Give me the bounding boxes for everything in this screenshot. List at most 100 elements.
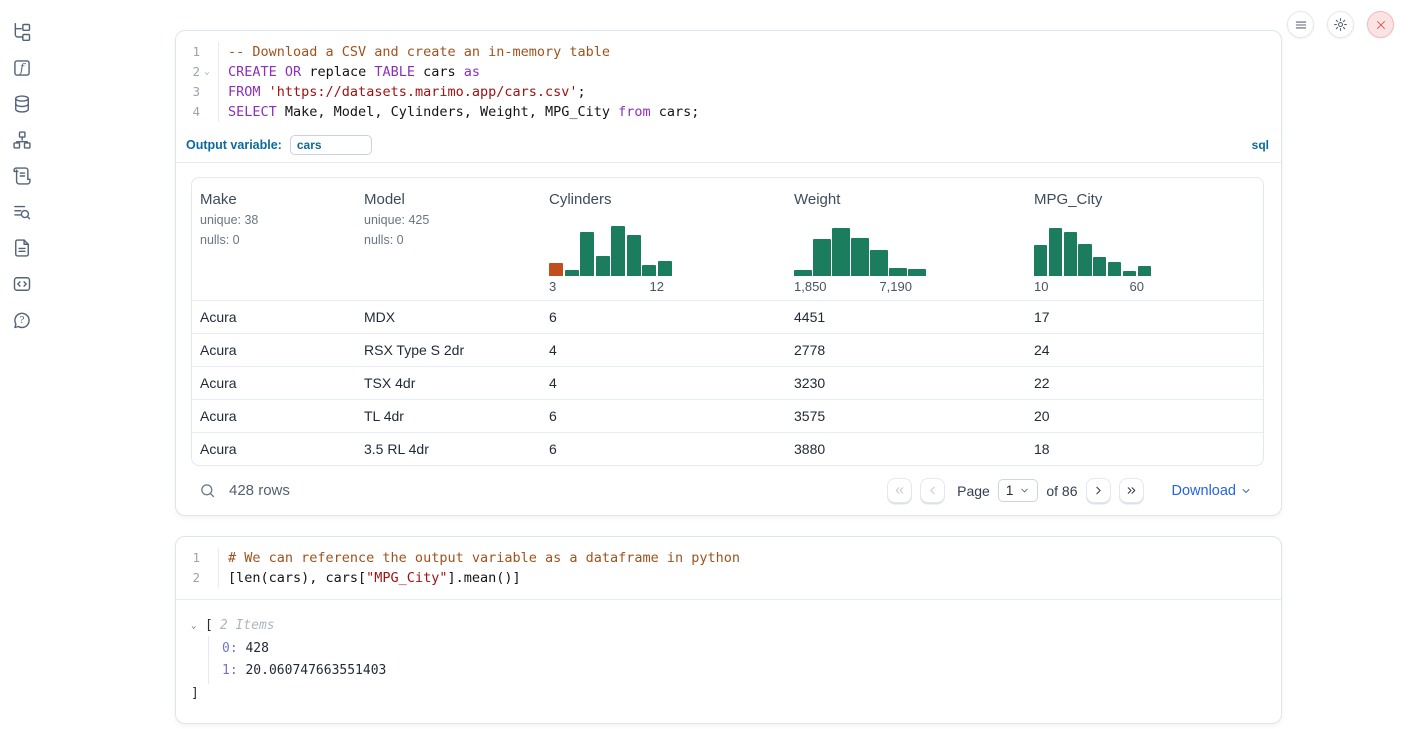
histogram-bar: [580, 232, 594, 276]
topbar-actions: [1287, 11, 1394, 38]
table-row[interactable]: AcuraRSX Type S 2dr4277824: [192, 333, 1263, 366]
documentation-icon[interactable]: [10, 236, 34, 260]
histogram-bars: [1034, 226, 1152, 276]
download-label: Download: [1172, 483, 1237, 499]
histogram-bar: [1049, 228, 1062, 276]
fold-spacer: [200, 102, 214, 122]
table-cell: Acura: [192, 433, 356, 465]
axis-tick-label: 12: [650, 279, 664, 294]
table-cell: 3575: [786, 400, 1026, 432]
histogram-axis-labels: 1060: [1034, 279, 1152, 294]
first-page-button[interactable]: [887, 478, 912, 503]
help-icon[interactable]: ?: [10, 308, 34, 332]
output-variable-input[interactable]: [290, 135, 372, 155]
variables-icon[interactable]: f: [10, 56, 34, 80]
fold-chevron-icon[interactable]: ⌄: [200, 62, 214, 82]
tree-entry: 0: 428: [222, 638, 1266, 660]
python-output-tree: ⌄ [ 2 Items 0: 4281: 20.060747663551403 …: [176, 600, 1281, 723]
code-line[interactable]: 2[len(cars), cars["MPG_City"].mean()]: [176, 568, 1281, 588]
table-cell: 18: [1026, 433, 1263, 465]
histogram-bars: [549, 226, 672, 276]
code-line[interactable]: 1# We can reference the output variable …: [176, 548, 1281, 568]
column-header-make[interactable]: Makeunique: 38nulls: 0: [192, 178, 356, 300]
table-cell: 20: [1026, 400, 1263, 432]
fold-spacer: [200, 548, 214, 568]
table-row[interactable]: AcuraTL 4dr6357520: [192, 399, 1263, 432]
histogram-axis-labels: 3 12: [549, 279, 672, 294]
settings-gear-icon[interactable]: [1327, 11, 1354, 38]
column-title: Model: [364, 191, 533, 208]
items-count-label: 2 Items: [220, 616, 275, 636]
fold-spacer: [200, 568, 214, 588]
histogram-bar: [1034, 245, 1047, 276]
histogram-bar: [870, 250, 888, 276]
column-header-cylinders[interactable]: Cylinders 3 12: [541, 178, 786, 300]
histogram-bar: [794, 270, 812, 276]
histogram-bar: [851, 238, 869, 276]
python-cell: 1# We can reference the output variable …: [175, 536, 1282, 724]
histogram-bar: [1123, 271, 1136, 276]
histogram-bar: [596, 256, 610, 276]
line-number: 3: [176, 82, 200, 102]
axis-tick-label: 10: [1034, 279, 1048, 294]
next-page-button[interactable]: [1086, 478, 1111, 503]
table-cell: 24: [1026, 334, 1263, 366]
snippets-icon[interactable]: [10, 272, 34, 296]
dependency-graph-icon[interactable]: [10, 128, 34, 152]
axis-tick-label: 3: [549, 279, 556, 294]
histogram-bar: [1078, 244, 1091, 276]
logs-icon[interactable]: [10, 200, 34, 224]
open-bracket: [: [205, 616, 213, 636]
column-title: Cylinders: [549, 191, 778, 208]
column-histogram[interactable]: 3 12: [549, 226, 778, 294]
table-cell: 4451: [786, 301, 1026, 333]
table-cell: 6: [541, 433, 786, 465]
column-header-mpg_city[interactable]: MPG_City1060: [1026, 178, 1263, 300]
table-body: AcuraMDX6445117AcuraRSX Type S 2dr427782…: [192, 300, 1263, 465]
column-stat: unique: 38: [200, 213, 348, 228]
data-table: Makeunique: 38nulls: 0Modelunique: 425nu…: [191, 177, 1264, 466]
page-select[interactable]: 1: [998, 479, 1039, 502]
shutdown-close-icon[interactable]: [1367, 11, 1394, 38]
tree-root-row: ⌄ [ 2 Items: [191, 616, 1266, 636]
column-header-model[interactable]: Modelunique: 425nulls: 0: [356, 178, 541, 300]
prev-page-button[interactable]: [920, 478, 945, 503]
sql-code-editor[interactable]: 1-- Download a CSV and create an in-memo…: [176, 31, 1281, 131]
collapse-chevron-icon[interactable]: ⌄: [191, 616, 205, 636]
column-histogram[interactable]: 1060: [1034, 226, 1255, 294]
svg-text:f: f: [19, 61, 27, 75]
last-page-button[interactable]: [1119, 478, 1144, 503]
table-cell: TL 4dr: [356, 400, 541, 432]
column-header-weight[interactable]: Weight 1,8507,190: [786, 178, 1026, 300]
scratchpad-icon[interactable]: [10, 164, 34, 188]
row-count: 428 rows: [229, 482, 290, 499]
code-line[interactable]: 2⌄CREATE OR replace TABLE cars as: [176, 62, 1281, 82]
code-line[interactable]: 3 FROM 'https://datasets.marimo.app/cars.…: [176, 82, 1281, 102]
datasources-icon[interactable]: [10, 92, 34, 116]
histogram-bar: [565, 270, 579, 276]
table-row[interactable]: Acura3.5 RL 4dr6388018: [192, 432, 1263, 465]
menu-icon[interactable]: [1287, 11, 1314, 38]
chevron-down-icon: [1240, 485, 1252, 497]
svg-text:?: ?: [20, 315, 25, 326]
table-cell: 2778: [786, 334, 1026, 366]
code-text: [len(cars), cars["MPG_City"].mean()]: [218, 568, 521, 588]
code-line[interactable]: 1-- Download a CSV and create an in-memo…: [176, 42, 1281, 62]
table-row[interactable]: AcuraMDX6445117: [192, 300, 1263, 333]
code-line[interactable]: 4SELECT Make, Model, Cylinders, Weight, …: [176, 102, 1281, 122]
histogram-bar: [611, 226, 625, 276]
column-histogram[interactable]: 1,8507,190: [794, 226, 1018, 294]
table-row[interactable]: AcuraTSX 4dr4323022: [192, 366, 1263, 399]
histogram-bar: [908, 269, 926, 276]
table-cell: 6: [541, 301, 786, 333]
page-total-label: of 86: [1046, 483, 1077, 499]
histogram-bar: [1108, 262, 1121, 276]
search-icon[interactable]: [199, 482, 216, 499]
code-text: FROM 'https://datasets.marimo.app/cars.c…: [218, 82, 586, 102]
download-button[interactable]: Download: [1172, 483, 1253, 499]
tree-entry-value: 20.060747663551403: [238, 663, 387, 678]
python-code-editor[interactable]: 1# We can reference the output variable …: [176, 537, 1281, 600]
table-header-row: Makeunique: 38nulls: 0Modelunique: 425nu…: [192, 178, 1263, 300]
column-title: Weight: [794, 191, 1018, 208]
file-explorer-icon[interactable]: [10, 20, 34, 44]
